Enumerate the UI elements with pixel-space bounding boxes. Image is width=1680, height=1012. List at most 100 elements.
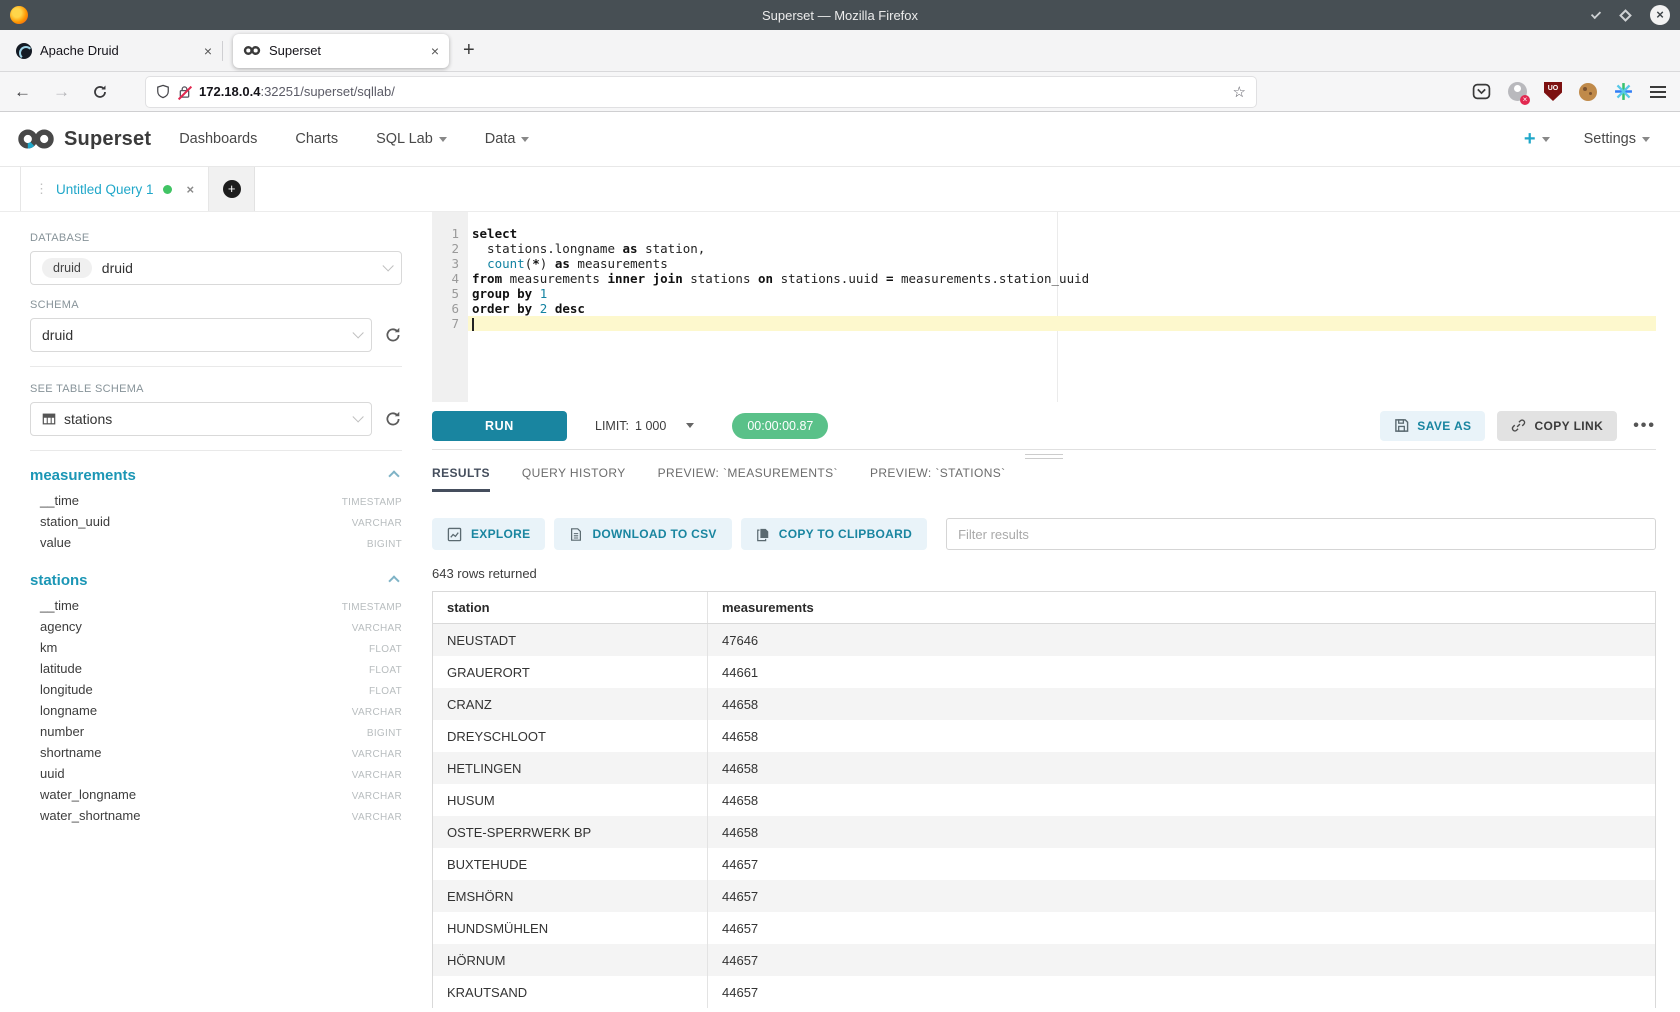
table-select[interactable]: stations: [30, 402, 372, 436]
database-label: DATABASE: [30, 232, 402, 244]
chart-icon: [447, 527, 462, 542]
pocket-icon[interactable]: [1472, 82, 1491, 101]
column-row: number BIGINT: [30, 724, 402, 745]
editor-code[interactable]: select stations.longname as station, cou…: [468, 212, 1656, 402]
schema-label: SCHEMA: [30, 299, 402, 311]
tab-results[interactable]: RESULTS: [432, 466, 490, 492]
refresh-schemas-icon[interactable]: [384, 326, 402, 344]
shield-permissions-icon[interactable]: [156, 84, 170, 99]
firefox-window: Superset — Mozilla Firefox × Apache Drui…: [0, 0, 1680, 1012]
url-field[interactable]: 172.18.0.4:32251/superset/sqllab/ ☆: [146, 77, 1256, 107]
clipboard-icon: [756, 527, 770, 542]
browser-tabbar: Apache Druid × Superset × +: [0, 30, 1680, 72]
reload-button[interactable]: [92, 84, 108, 100]
tab-preview-measurements[interactable]: PREVIEW: `MEASUREMENTS`: [658, 466, 838, 492]
table-row[interactable]: DREYSCHLOOT44658: [433, 720, 1655, 752]
schema-select[interactable]: druid: [30, 318, 372, 352]
table-name[interactable]: measurements: [30, 467, 136, 484]
cookie-extension-icon[interactable]: [1579, 83, 1597, 101]
tab-close-icon[interactable]: ×: [431, 43, 439, 59]
table-row[interactable]: HÖRNUM44657: [433, 944, 1655, 976]
editor-gutter: 1234567: [432, 212, 468, 402]
explore-button[interactable]: EXPLORE: [432, 518, 545, 550]
nav-item-sqllab[interactable]: SQL Lab: [376, 131, 447, 147]
menu-hamburger-icon[interactable]: [1650, 83, 1666, 101]
cell-station: GRAUERORT: [433, 656, 708, 688]
results-header-row[interactable]: station measurements: [433, 592, 1655, 624]
column-name: water_longname: [40, 787, 136, 802]
collapse-icon[interactable]: [388, 470, 399, 481]
measurements-section-header[interactable]: measurements: [30, 467, 402, 484]
sql-editor[interactable]: 1234567 select stations.longname as stat…: [432, 212, 1656, 402]
url-text[interactable]: 172.18.0.4:32251/superset/sqllab/: [199, 84, 395, 99]
tab-query-history[interactable]: QUERY HISTORY: [522, 466, 626, 492]
drag-grip-icon[interactable]: ⋮: [35, 181, 47, 197]
collapse-icon[interactable]: [388, 575, 399, 586]
chevron-down-icon: [382, 260, 393, 271]
stations-section-header[interactable]: stations: [30, 572, 402, 589]
query-tab[interactable]: ⋮ Untitled Query 1 ×: [20, 167, 209, 211]
results-table: station measurements NEUSTADT47646GRAUER…: [432, 591, 1656, 1008]
download-csv-button[interactable]: DOWNLOAD TO CSV: [554, 518, 731, 550]
bookmark-star-icon[interactable]: ☆: [1233, 83, 1246, 101]
pane-resize-handle[interactable]: [432, 450, 1656, 462]
cell-station: KRAUTSAND: [433, 976, 708, 1008]
filter-results-input[interactable]: [946, 518, 1656, 550]
column-row: km FLOAT: [30, 640, 402, 661]
nav-item-charts[interactable]: Charts: [295, 131, 338, 147]
run-button[interactable]: RUN: [432, 411, 567, 441]
table-row[interactable]: HUNDSMÜHLEN44657: [433, 912, 1655, 944]
column-row: longname VARCHAR: [30, 703, 402, 724]
copy-clipboard-button[interactable]: COPY TO CLIPBOARD: [741, 518, 927, 550]
window-minimize-icon[interactable]: [1591, 8, 1601, 18]
column-name: station_uuid: [40, 514, 110, 529]
window-maximize-icon[interactable]: [1619, 9, 1632, 22]
sparkle-extension-icon[interactable]: [1614, 82, 1633, 101]
more-options-button[interactable]: •••: [1633, 417, 1656, 435]
table-name[interactable]: stations: [30, 572, 88, 589]
table-row[interactable]: GRAUERORT44661: [433, 656, 1655, 688]
query-tab-close-icon[interactable]: ×: [187, 182, 195, 197]
table-value: stations: [64, 411, 112, 427]
table-row[interactable]: BUXTEHUDE44657: [433, 848, 1655, 880]
window-close-icon[interactable]: ×: [1650, 5, 1670, 25]
back-button[interactable]: ←: [14, 82, 31, 102]
cell-station: OSTE-SPERRWERK BP: [433, 816, 708, 848]
refresh-tables-icon[interactable]: [384, 410, 402, 428]
table-row[interactable]: EMSHÖRN44657: [433, 880, 1655, 912]
column-type: FLOAT: [369, 644, 402, 655]
nav-item-dashboards[interactable]: Dashboards: [179, 131, 257, 147]
tab-preview-stations[interactable]: PREVIEW: `STATIONS`: [870, 466, 1006, 492]
table-row[interactable]: NEUSTADT47646: [433, 624, 1655, 656]
table-row[interactable]: HUSUM44658: [433, 784, 1655, 816]
new-tab-button[interactable]: +: [463, 39, 475, 62]
copy-link-button[interactable]: COPY LINK: [1497, 411, 1617, 441]
account-icon[interactable]: [1508, 82, 1527, 101]
query-tab-strip: ⋮ Untitled Query 1 × +: [0, 167, 1680, 212]
table-row[interactable]: KRAUTSAND44657: [433, 976, 1655, 1008]
save-icon: [1394, 418, 1409, 433]
table-row[interactable]: OSTE-SPERRWERK BP44658: [433, 816, 1655, 848]
browser-tab-druid[interactable]: Apache Druid ×: [6, 34, 222, 68]
column-name: latitude: [40, 661, 82, 676]
browser-tab-superset[interactable]: Superset ×: [233, 34, 449, 68]
window-titlebar: Superset — Mozilla Firefox ×: [0, 0, 1680, 30]
settings-menu[interactable]: Settings: [1584, 131, 1650, 147]
cell-measurements: 44658: [708, 729, 758, 744]
cell-station: BUXTEHUDE: [433, 848, 708, 880]
ublock-origin-icon[interactable]: [1544, 82, 1562, 101]
nav-item-data[interactable]: Data: [485, 131, 530, 147]
insecure-lock-icon[interactable]: [178, 85, 191, 99]
superset-logo[interactable]: Superset: [16, 127, 151, 151]
cell-measurements: 47646: [708, 633, 758, 648]
limit-dropdown[interactable]: LIMIT: 1 000: [595, 419, 694, 433]
tab-close-icon[interactable]: ×: [204, 43, 212, 59]
new-item-button[interactable]: +: [1524, 128, 1550, 151]
table-row[interactable]: HETLINGEN44658: [433, 752, 1655, 784]
table-row[interactable]: CRANZ44658: [433, 688, 1655, 720]
database-select[interactable]: druid druid: [30, 251, 402, 285]
save-as-button[interactable]: SAVE AS: [1380, 411, 1485, 441]
add-query-tab-button[interactable]: +: [223, 180, 241, 198]
column-header-measurements[interactable]: measurements: [708, 600, 814, 615]
column-header-station[interactable]: station: [433, 592, 708, 623]
